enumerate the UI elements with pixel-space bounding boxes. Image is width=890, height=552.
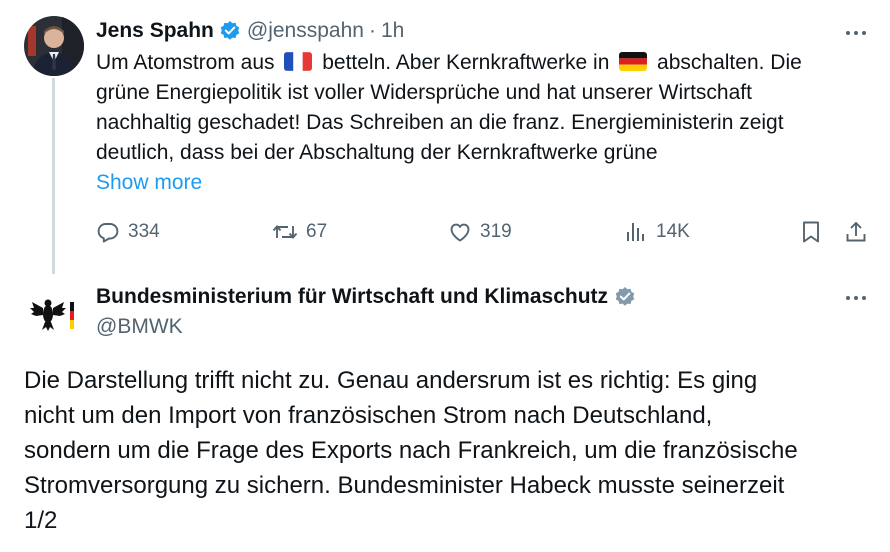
tweet-text: Um Atomstrom aus betteln. Aber Kernkraft… xyxy=(96,48,871,168)
like-icon xyxy=(448,220,472,244)
tweet-text-line: Um Atomstrom aus betteln. Aber Kernkraft… xyxy=(96,48,871,78)
separator-dot: · xyxy=(368,19,376,42)
tweet-text-segment: betteln. Aber Kernkraftwerke in xyxy=(316,51,616,74)
tweet-text-line: 1/2 xyxy=(24,507,58,534)
reply-button[interactable]: 334 xyxy=(96,216,160,248)
tweet-text-segment: abschalten. Die xyxy=(651,51,802,74)
tweet-text-line: deutlich, dass bei der Abschaltung der K… xyxy=(96,141,658,164)
tweet-text: Die Darstellung trifft nicht zu. Genau a… xyxy=(24,363,874,538)
like-count: 319 xyxy=(480,221,512,242)
reply-count: 334 xyxy=(128,221,160,242)
repost-count: 67 xyxy=(306,221,328,242)
more-options-icon[interactable] xyxy=(846,31,866,35)
timestamp[interactable]: 1h xyxy=(381,19,404,43)
bookmark-icon xyxy=(800,220,822,244)
views-icon xyxy=(624,220,648,244)
more-options-icon[interactable] xyxy=(846,296,866,300)
like-button[interactable]: 319 xyxy=(448,216,512,248)
author-name[interactable]: Jens Spahn xyxy=(96,19,214,43)
tweet-text-line: nicht um den Import von französischen St… xyxy=(24,402,713,429)
avatar[interactable] xyxy=(24,16,84,76)
repost-icon xyxy=(272,220,298,244)
government-verified-badge-icon xyxy=(614,286,636,308)
share-icon xyxy=(844,220,868,244)
tweet-text-line: sondern um die Frage des Exports nach Fr… xyxy=(24,437,798,464)
bookmark-button[interactable] xyxy=(800,216,822,248)
tweet-text-line: Stromversorgung zu sichern. Bundesminist… xyxy=(24,472,785,499)
tweet-text-line: grüne Energiepolitik ist voller Widerspr… xyxy=(96,81,752,104)
show-more-link[interactable]: Show more xyxy=(96,168,202,198)
tweet-text-line: nachhaltig geschadet! Das Schreiben an d… xyxy=(96,111,784,134)
germany-flag-icon xyxy=(619,52,648,71)
share-button[interactable] xyxy=(844,216,868,248)
tweet-text-line: Die Darstellung trifft nicht zu. Genau a… xyxy=(24,367,758,394)
bmwk-logo-avatar[interactable] xyxy=(26,288,82,344)
repost-button[interactable]: 67 xyxy=(272,216,327,248)
author-name[interactable]: Bundesministerium für Wirtschaft und Kli… xyxy=(96,285,608,309)
tweet-text-segment: Um Atomstrom aus xyxy=(96,51,281,74)
views-button[interactable]: 14K xyxy=(624,216,690,248)
reply-icon xyxy=(96,220,120,244)
author-handle[interactable]: @BMWK xyxy=(96,312,183,342)
tweet-header: Jens Spahn @jensspahn · 1h xyxy=(96,16,404,46)
tweet-header: Bundesministerium für Wirtschaft und Kli… xyxy=(96,282,636,312)
france-flag-icon xyxy=(284,52,313,71)
tweet-actions: 334 67 319 14K xyxy=(0,216,890,248)
author-handle[interactable]: @jensspahn xyxy=(247,19,364,43)
views-count: 14K xyxy=(656,221,690,242)
verified-badge-icon xyxy=(219,20,241,42)
